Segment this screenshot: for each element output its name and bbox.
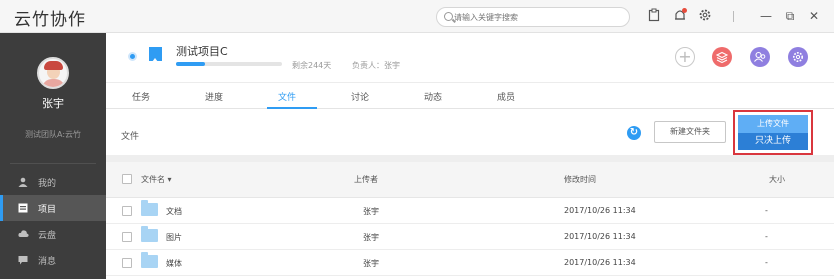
layers-icon[interactable] [712, 47, 732, 67]
column-modified: 修改时间 [564, 175, 596, 184]
remaining-days: 剩余244天 [292, 61, 332, 70]
select-all-checkbox[interactable] [122, 174, 132, 184]
gear-icon[interactable] [697, 8, 713, 24]
folder-icon [141, 200, 158, 216]
progress-fill [176, 62, 205, 66]
search-box[interactable] [436, 7, 630, 27]
cloud-icon [18, 229, 29, 239]
project-status-dot [128, 52, 137, 61]
folder-icon [141, 252, 158, 268]
project-title: 测试项目C [176, 45, 228, 58]
app-title: 云竹协作 [14, 10, 86, 30]
table-row[interactable]: 图片 张宇 2017/10/26 11:34 - [106, 224, 834, 250]
upload-highlight-box: 上传文件 只决上传 [733, 110, 813, 155]
tab-tasks[interactable]: 任务 [132, 90, 150, 103]
close-button[interactable]: ✕ [806, 8, 822, 24]
sidebar-divider [10, 163, 96, 164]
bookmark-icon[interactable] [149, 47, 162, 62]
message-icon [18, 255, 28, 265]
tab-members[interactable]: 成员 [497, 90, 515, 103]
file-name[interactable]: 文档 [166, 206, 182, 217]
user-name: 张宇 [42, 97, 64, 110]
modified-time: 2017/10/26 11:34 [564, 258, 636, 267]
project-header: 测试项目C 剩余244天 负责人：张宇 + [106, 33, 834, 83]
search-input[interactable] [454, 10, 624, 24]
modified-time: 2017/10/26 11:34 [564, 232, 636, 241]
file-name[interactable]: 媒体 [166, 258, 182, 269]
section-gap [106, 155, 834, 162]
table-row[interactable]: 媒体 张宇 2017/10/26 11:34 - [106, 250, 834, 276]
column-name-label: 文件名 [141, 175, 165, 184]
sidebar-item-label: 消息 [38, 257, 57, 267]
uploader: 张宇 [363, 233, 379, 242]
clipboard-icon[interactable] [646, 8, 662, 24]
tab-bar: 任务 进度 文件 讨论 动态 成员 [106, 83, 834, 109]
uploader: 张宇 [363, 259, 379, 268]
avatar[interactable] [37, 57, 69, 89]
settings-icon[interactable] [788, 47, 808, 67]
row-checkbox[interactable] [122, 232, 132, 242]
members-icon[interactable] [750, 47, 770, 67]
folder-icon [141, 226, 158, 242]
table-row[interactable]: 文档 张宇 2017/10/26 11:34 - [106, 198, 834, 224]
uploader: 张宇 [363, 207, 379, 216]
main-panel: 测试项目C 剩余244天 负责人：张宇 + 任务 进度 文件 讨论 动态 成员 … [106, 33, 834, 279]
minimize-button[interactable]: — [758, 8, 774, 24]
project-progress-bar [176, 62, 282, 66]
tab-progress[interactable]: 进度 [205, 90, 223, 103]
notification-dot [682, 8, 687, 13]
row-checkbox[interactable] [122, 206, 132, 216]
tab-discussion[interactable]: 讨论 [351, 90, 369, 103]
title-bar: 云竹协作 — ⧉ ✕ [0, 0, 834, 33]
titlebar-divider [733, 11, 734, 22]
column-size: 大小 [769, 175, 785, 184]
file-size: - [765, 206, 768, 215]
sidebar-item-label: 云盘 [38, 231, 57, 241]
sidebar: 张宇 测试团队A:云竹 我的 项目 云盘 消息 [0, 33, 106, 279]
tab-activity[interactable]: 动态 [424, 90, 442, 103]
sidebar-item-project[interactable]: 项目 [0, 195, 106, 221]
row-checkbox[interactable] [122, 258, 132, 268]
sidebar-item-mine[interactable]: 我的 [0, 169, 106, 195]
sidebar-item-message[interactable]: 消息 [0, 247, 106, 273]
tab-files[interactable]: 文件 [278, 90, 296, 103]
file-toolbar: 文件 ↻ 新建文件夹 上传文件 只决上传 [106, 109, 834, 155]
file-size: - [765, 258, 768, 267]
add-icon[interactable]: + [675, 47, 695, 67]
refresh-icon[interactable]: ↻ [627, 126, 641, 140]
search-icon [444, 12, 453, 21]
sidebar-item-label: 项目 [38, 205, 57, 215]
team-name[interactable]: 测试团队A:云竹 [0, 129, 106, 140]
sort-caret-icon: ▾ [167, 175, 172, 184]
modified-time: 2017/10/26 11:34 [564, 206, 636, 215]
upload-folder-option[interactable]: 只决上传 [738, 133, 808, 150]
new-folder-button[interactable]: 新建文件夹 [654, 121, 726, 143]
restore-button[interactable]: ⧉ [782, 8, 798, 24]
project-icon [18, 203, 28, 213]
column-name[interactable]: 文件名 ▾ [141, 174, 172, 185]
upload-file-button[interactable]: 上传文件 [738, 115, 808, 133]
project-owner: 负责人：张宇 [352, 61, 400, 70]
bell-icon[interactable] [672, 8, 688, 24]
breadcrumb[interactable]: 文件 [121, 129, 139, 142]
file-name[interactable]: 图片 [166, 232, 182, 243]
file-size: - [765, 232, 768, 241]
user-icon [18, 177, 28, 187]
table-header: 文件名 ▾ 上传者 修改时间 大小 [106, 162, 834, 198]
active-indicator [0, 195, 3, 221]
sidebar-item-cloud[interactable]: 云盘 [0, 221, 106, 247]
sidebar-item-label: 我的 [38, 179, 57, 189]
column-uploader: 上传者 [354, 175, 378, 184]
